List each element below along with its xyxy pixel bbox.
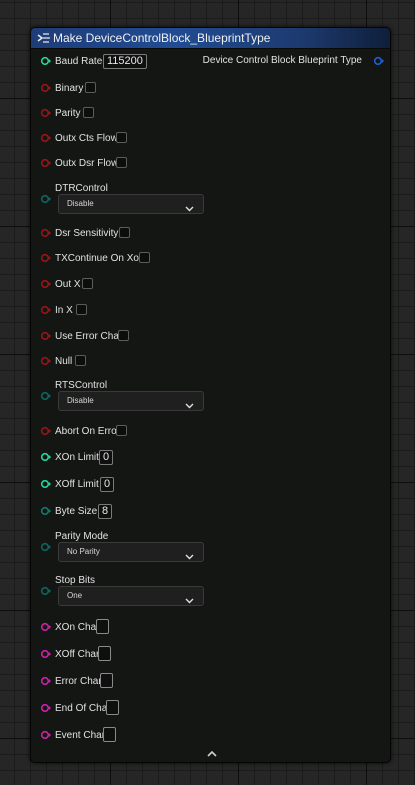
outx-cts-flow-label: Outx Cts Flow	[55, 133, 118, 144]
node-title: Make DeviceControlBlock_BlueprintType	[53, 31, 271, 45]
null-label: Null	[55, 356, 73, 367]
xoff-char-label: XOff Char	[55, 649, 100, 660]
binary-checkbox[interactable]	[85, 82, 96, 93]
abort-on-error-checkbox[interactable]	[116, 425, 127, 436]
end-of-char-pin[interactable]	[40, 702, 52, 714]
null-pin[interactable]	[40, 355, 52, 367]
error-char-input[interactable]	[100, 673, 113, 688]
binary-label: Binary	[55, 83, 84, 94]
node-header[interactable]: Make DeviceControlBlock_BlueprintType	[31, 28, 390, 49]
baud-rate-input[interactable]: 115200	[103, 54, 147, 69]
rts-control-dropdown[interactable]: Disable	[58, 391, 204, 411]
xoff-limit-pin[interactable]	[40, 478, 52, 490]
error-char-label: Error Char	[55, 676, 102, 687]
dsr-sensitivity-pin[interactable]	[40, 227, 52, 239]
xoff-limit-input[interactable]: 0	[100, 477, 115, 492]
rts-control-label: RTSControl	[55, 380, 108, 391]
parity-mode-pin[interactable]	[40, 541, 52, 553]
tx-continue-on-xoff-label: TXContinue On Xoff	[55, 253, 145, 264]
dsr-sensitivity-checkbox[interactable]	[119, 227, 130, 238]
chevron-down-icon	[185, 200, 194, 212]
tx-continue-on-xoff-pin[interactable]	[40, 252, 52, 264]
make-struct-node[interactable]: Make DeviceControlBlock_BlueprintType De…	[30, 27, 391, 763]
outx-cts-flow-pin[interactable]	[40, 132, 52, 144]
use-error-char-pin[interactable]	[40, 330, 52, 342]
chevron-down-icon	[185, 592, 194, 604]
dtr-control-dropdown[interactable]: Disable	[58, 194, 204, 214]
parity-mode-dropdown[interactable]: No Parity	[58, 542, 204, 562]
use-error-char-label: Use Error Char	[55, 331, 123, 342]
parity-mode-label: Parity Mode	[55, 531, 109, 542]
xon-char-label: XOn Char	[55, 622, 100, 633]
output-pin-label: Device Control Block Blueprint Type	[202, 55, 362, 66]
rts-control-value: Disable	[67, 396, 94, 405]
out-x-label: Out X	[55, 279, 81, 290]
make-struct-icon	[36, 31, 52, 45]
struct-output-pin[interactable]	[373, 55, 385, 67]
xoff-char-pin[interactable]	[40, 648, 52, 660]
binary-pin[interactable]	[40, 82, 52, 94]
parity-pin[interactable]	[40, 107, 52, 119]
stop-bits-label: Stop Bits	[55, 575, 96, 586]
baud-rate-pin[interactable]	[40, 55, 52, 67]
xon-limit-input[interactable]: 0	[99, 450, 114, 465]
parity-mode-value: No Parity	[67, 547, 100, 556]
end-of-char-input[interactable]	[106, 700, 119, 715]
event-char-label: Event Char	[55, 730, 106, 741]
parity-checkbox[interactable]	[83, 107, 94, 118]
xoff-limit-label: XOff Limit	[55, 479, 99, 490]
stop-bits-pin[interactable]	[40, 585, 52, 597]
parity-label: Parity	[55, 108, 81, 119]
event-char-input[interactable]	[103, 727, 116, 742]
stop-bits-value: One	[67, 591, 83, 600]
dtr-control-label: DTRControl	[55, 183, 108, 194]
dsr-sensitivity-label: Dsr Sensitivity	[55, 228, 119, 239]
outx-cts-flow-checkbox[interactable]	[116, 132, 127, 143]
xon-char-input[interactable]	[96, 619, 109, 634]
byte-size-label: Byte Size	[55, 506, 98, 517]
rts-control-pin[interactable]	[40, 390, 52, 402]
chevron-up-icon[interactable]	[206, 746, 218, 757]
dtr-control-pin[interactable]	[40, 193, 52, 205]
out-x-checkbox[interactable]	[82, 278, 93, 289]
byte-size-pin[interactable]	[40, 505, 52, 517]
byte-size-input[interactable]: 8	[98, 504, 113, 519]
baud-rate-label: Baud Rate	[55, 56, 103, 67]
chevron-down-icon	[185, 548, 194, 560]
dtr-control-value: Disable	[67, 199, 94, 208]
in-x-pin[interactable]	[40, 304, 52, 316]
outx-dsr-flow-label: Outx Dsr Flow	[55, 158, 119, 169]
in-x-checkbox[interactable]	[76, 304, 87, 315]
chevron-down-icon	[185, 397, 194, 409]
xon-limit-label: XOn Limit	[55, 452, 99, 463]
outx-dsr-flow-pin[interactable]	[40, 157, 52, 169]
null-checkbox[interactable]	[75, 355, 86, 366]
xon-limit-pin[interactable]	[40, 451, 52, 463]
tx-continue-on-xoff-checkbox[interactable]	[139, 252, 150, 263]
use-error-char-checkbox[interactable]	[118, 330, 129, 341]
abort-on-error-label: Abort On Error	[55, 426, 121, 437]
out-x-pin[interactable]	[40, 278, 52, 290]
end-of-char-label: End Of Char	[55, 703, 111, 714]
in-x-label: In X	[55, 305, 73, 316]
abort-on-error-pin[interactable]	[40, 425, 52, 437]
xoff-char-input[interactable]	[98, 646, 111, 661]
xon-char-pin[interactable]	[40, 621, 52, 633]
event-char-pin[interactable]	[40, 729, 52, 741]
stop-bits-dropdown[interactable]: One	[58, 586, 204, 606]
error-char-pin[interactable]	[40, 675, 52, 687]
outx-dsr-flow-checkbox[interactable]	[116, 157, 127, 168]
